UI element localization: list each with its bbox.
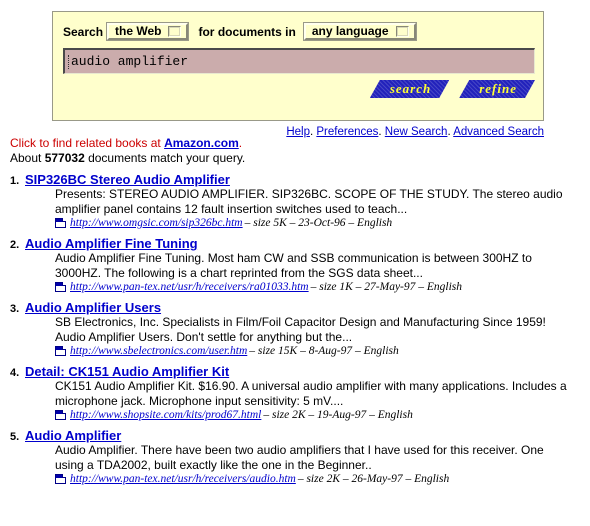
result-snippet: Presents: STEREO AUDIO AMPLIFIER. SIP326… — [55, 187, 563, 216]
search-scope-value: the Web — [115, 24, 162, 38]
chevron-down-icon — [395, 25, 409, 37]
form-buttons: search refine — [370, 80, 535, 98]
search-button[interactable]: search — [370, 80, 449, 98]
result-snippet: Audio Amplifier. There have been two aud… — [55, 443, 544, 472]
result-snippet: SB Electronics, Inc. Specialists in Film… — [55, 315, 546, 344]
amazon-promo-prefix: Click to find related books at — [10, 136, 165, 150]
result-url-row: http://www.pan-tex.net/usr/h/receivers/r… — [55, 281, 582, 293]
document-icon — [55, 218, 66, 228]
search-input[interactable]: audio amplifier — [63, 48, 535, 74]
result-url-row: http://www.sbelectronics.com/user.htm – … — [55, 345, 582, 357]
search-result-item: 5. Audio Amplifier Audio Amplifier. Ther… — [10, 428, 582, 485]
result-rank: 4. — [10, 367, 20, 379]
amazon-promo: Click to find related books at Amazon.co… — [10, 136, 242, 150]
result-header: 4. Detail: CK151 Audio Amplifier Kit — [10, 364, 582, 379]
result-url-link[interactable]: http://www.pan-tex.net/usr/h/receivers/a… — [70, 473, 296, 485]
result-url-link[interactable]: http://www.pan-tex.net/usr/h/receivers/r… — [70, 281, 309, 293]
search-result-item: 4. Detail: CK151 Audio Amplifier Kit CK1… — [10, 364, 582, 421]
search-result-item: 1. SIP326BC Stereo Audio Amplifier Prese… — [10, 172, 582, 229]
result-count: About 577032 documents match your query. — [10, 151, 245, 165]
nav-link-help[interactable]: Help — [286, 126, 310, 138]
nav-separator: . — [378, 126, 382, 138]
search-result-item: 3. Audio Amplifier Users SB Electronics,… — [10, 300, 582, 357]
result-url-row: http://www.pan-tex.net/usr/h/receivers/a… — [55, 473, 582, 485]
result-title-link[interactable]: Audio Amplifier Users — [25, 300, 161, 315]
result-header: 5. Audio Amplifier — [10, 428, 582, 443]
search-form-controls-row: Search the Web for documents in any lang… — [63, 22, 420, 41]
refine-button[interactable]: refine — [459, 80, 535, 98]
document-icon — [55, 474, 66, 484]
result-count-prefix: About — [10, 151, 45, 165]
result-meta: – size 2K – 26-May-97 – English — [297, 473, 450, 485]
nav-links: Help. Preferences. New Search. Advanced … — [286, 126, 544, 138]
result-rank: 1. — [10, 175, 20, 187]
result-url-link[interactable]: http://www.omgsic.com/sip326bc.htm — [70, 217, 243, 229]
search-scope-select[interactable]: the Web — [106, 22, 190, 41]
nav-link-new-search[interactable]: New Search — [385, 126, 448, 138]
search-input-value: audio amplifier — [71, 54, 189, 69]
result-rank: 3. — [10, 303, 20, 315]
result-url-link[interactable]: http://www.sbelectronics.com/user.htm — [70, 345, 247, 357]
language-select-value: any language — [311, 24, 389, 38]
document-icon — [55, 282, 66, 292]
result-snippet: CK151 Audio Amplifier Kit. $16.90. A uni… — [55, 379, 567, 408]
result-title-link[interactable]: Audio Amplifier Fine Tuning — [25, 236, 198, 251]
result-url-row: http://www.shopsite.com/kits/prod67.html… — [55, 409, 582, 421]
result-url-link[interactable]: http://www.shopsite.com/kits/prod67.html — [70, 409, 261, 421]
result-url-row: http://www.omgsic.com/sip326bc.htm – siz… — [55, 217, 582, 229]
result-count-suffix: documents match your query. — [84, 151, 246, 165]
result-snippet: Audio Amplifier Fine Tuning. Most ham CW… — [55, 251, 532, 280]
result-count-number: 577032 — [44, 151, 85, 165]
amazon-promo-suffix: . — [238, 136, 243, 150]
for-documents-in-label: for documents in — [198, 24, 296, 39]
result-title-link[interactable]: Detail: CK151 Audio Amplifier Kit — [25, 364, 229, 379]
result-meta: – size 15K – 8-Aug-97 – English — [249, 345, 399, 357]
amazon-link[interactable]: Amazon.com — [164, 136, 239, 150]
language-select[interactable]: any language — [302, 22, 417, 41]
result-title-link[interactable]: Audio Amplifier — [25, 428, 121, 443]
search-results-list: 1. SIP326BC Stereo Audio Amplifier Prese… — [10, 172, 582, 492]
text-caret — [68, 54, 70, 69]
document-icon — [55, 346, 66, 356]
result-meta: – size 1K – 27-May-97 – English — [310, 281, 463, 293]
search-label: Search — [63, 24, 104, 39]
nav-separator: . — [447, 126, 451, 138]
nav-link-advanced-search[interactable]: Advanced Search — [453, 126, 544, 138]
search-form-panel: Search the Web for documents in any lang… — [52, 11, 544, 121]
nav-link-preferences[interactable]: Preferences — [316, 126, 378, 138]
result-meta: – size 2K – 19-Aug-97 – English — [263, 409, 413, 421]
nav-separator: . — [309, 126, 314, 138]
result-rank: 5. — [10, 431, 20, 443]
result-rank: 2. — [10, 239, 20, 251]
result-title-link[interactable]: SIP326BC Stereo Audio Amplifier — [25, 172, 230, 187]
result-header: 1. SIP326BC Stereo Audio Amplifier — [10, 172, 582, 187]
search-result-item: 2. Audio Amplifier Fine Tuning Audio Amp… — [10, 236, 582, 293]
result-header: 3. Audio Amplifier Users — [10, 300, 582, 315]
document-icon — [55, 410, 66, 420]
result-meta: – size 5K – 23-Oct-96 – English — [244, 217, 393, 229]
chevron-down-icon — [168, 25, 182, 37]
result-header: 2. Audio Amplifier Fine Tuning — [10, 236, 582, 251]
